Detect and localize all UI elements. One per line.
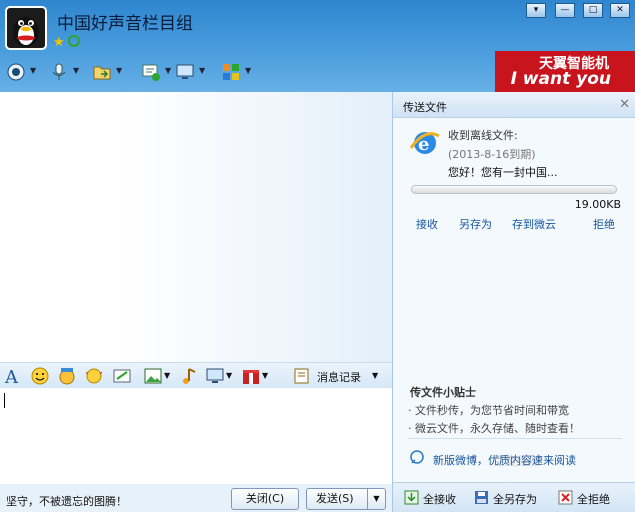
- send-options-chevron-icon[interactable]: ▼: [367, 489, 385, 509]
- tip-item: · 微云文件，永久存储、随时查看！: [408, 422, 580, 435]
- file-size: 19.00KB: [574, 198, 621, 211]
- svg-text:A: A: [4, 367, 19, 385]
- maximize-button[interactable]: □: [583, 3, 603, 18]
- text-caret: [4, 393, 5, 408]
- emoji-icon[interactable]: [31, 367, 49, 385]
- close-button[interactable]: 关闭(C): [231, 488, 299, 510]
- chevron-down-icon: ▼: [73, 66, 80, 75]
- chevron-down-icon: ▼: [30, 66, 37, 75]
- menu-button[interactable]: ▾: [526, 3, 546, 18]
- star-icon[interactable]: ★: [53, 35, 65, 50]
- save-as-link[interactable]: 另存为: [459, 216, 492, 232]
- send-button[interactable]: 发送(S) ▼: [306, 488, 386, 510]
- chevron-down-icon: ▼: [199, 66, 206, 75]
- chat-footer: 坚守，不被遗忘的图腾！ 关闭(C) 发送(S) ▼: [0, 484, 392, 512]
- chevron-down-icon[interactable]: ▼: [226, 371, 232, 380]
- file-transfer-panel: 传送文件 ✕ e 收到离线文件: (2013-8-16到期) 您好！您有一封中国…: [392, 92, 635, 512]
- watermark: 百度经验: [493, 454, 542, 468]
- image-icon[interactable]: [144, 367, 162, 385]
- window-title: 中国好声音栏目组: [57, 14, 193, 34]
- magic-emoji-icon[interactable]: [58, 367, 76, 385]
- close-icon[interactable]: ✕: [619, 97, 630, 112]
- music-icon[interactable]: [180, 367, 198, 385]
- signature-text: 坚守，不被遗忘的图腾！: [6, 495, 127, 508]
- reject-all-label: 全拒绝: [577, 493, 610, 506]
- chevron-down-icon[interactable]: ▼: [372, 371, 378, 380]
- history-icon: [294, 368, 309, 384]
- font-icon[interactable]: A: [4, 367, 22, 385]
- chevron-down-icon[interactable]: ▼: [262, 371, 268, 380]
- weibo-icon: [410, 450, 424, 464]
- close-window-button[interactable]: ✕: [610, 3, 630, 18]
- transfer-status: 收到离线文件:: [448, 129, 518, 142]
- save-disk-icon: [475, 491, 488, 504]
- save-to-cloud-link[interactable]: 存到微云: [512, 216, 556, 232]
- apps-grid-icon: [223, 64, 239, 80]
- camera-icon: [7, 63, 25, 81]
- chevron-down-icon[interactable]: ▼: [164, 371, 170, 380]
- ad-line2: I want you: [510, 69, 611, 89]
- save-all-label: 全另存为: [493, 493, 537, 506]
- file-name: 您好！您有一封中国...: [448, 166, 558, 179]
- reject-icon: [558, 490, 573, 505]
- transfer-expiry: (2013-8-16到期): [448, 148, 536, 161]
- screen-share-icon[interactable]: [206, 367, 224, 385]
- panel-header: 传送文件 ✕: [393, 92, 635, 118]
- ie-file-icon: e: [409, 132, 440, 155]
- folder-icon: [93, 66, 111, 80]
- gift-icon[interactable]: [242, 367, 260, 385]
- divider: [408, 438, 622, 439]
- message-icon: [142, 64, 160, 81]
- screenshot-icon[interactable]: [113, 367, 131, 385]
- message-input[interactable]: [0, 388, 392, 484]
- reject-link[interactable]: 拒绝: [593, 216, 615, 232]
- chevron-down-icon: ▼: [165, 66, 172, 75]
- panel-footer: 全接收 全另存为 全拒绝: [393, 482, 635, 512]
- message-history-button[interactable]: 消息记录: [317, 369, 361, 385]
- tips-title: 传文件小贴士: [410, 386, 476, 399]
- chat-window: 中国好声音栏目组 ★ ▾ — □ ✕ ▼ ▼ ▼ ▼ ▼ ▼ 天翼智能机 I w…: [0, 0, 635, 512]
- progress-bar: [411, 185, 617, 194]
- minimize-button[interactable]: —: [555, 3, 575, 18]
- window-header: 中国好声音栏目组 ★ ▾ — □ ✕ ▼ ▼ ▼ ▼ ▼ ▼ 天翼智能机 I w…: [0, 0, 635, 92]
- microphone-icon: [52, 63, 66, 80]
- download-icon: [404, 490, 419, 505]
- contact-avatar[interactable]: [5, 6, 47, 50]
- ad-banner[interactable]: 天翼智能机 I want you: [495, 51, 635, 92]
- chevron-down-icon: ▼: [245, 66, 252, 75]
- send-button-label: 发送(S): [316, 492, 354, 505]
- input-toolbar: A ▼ ▼ ▼ 消息记录 ▼: [0, 362, 392, 388]
- message-history-area[interactable]: [0, 92, 392, 362]
- accept-link[interactable]: 接收: [416, 216, 438, 232]
- shake-icon[interactable]: [85, 367, 103, 385]
- qzone-icon[interactable]: [68, 35, 80, 47]
- panel-title: 传送文件: [403, 101, 447, 114]
- accept-all-label: 全接收: [423, 493, 456, 506]
- chevron-down-icon: ▼: [116, 66, 123, 75]
- tip-item: · 文件秒传，为您节省时间和带宽: [408, 404, 569, 417]
- monitor-icon: [176, 64, 194, 79]
